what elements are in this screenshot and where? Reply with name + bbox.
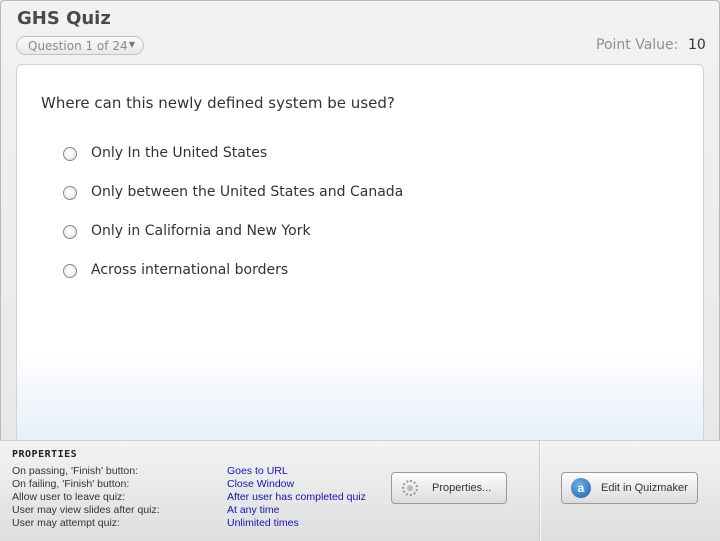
property-label: User may attempt quiz:: [12, 517, 120, 529]
properties-button-label: Properties...: [432, 482, 492, 494]
answer-option[interactable]: Only In the United States: [63, 145, 463, 165]
question-text: Where can this newly defined system be u…: [41, 94, 395, 112]
properties-title: PROPERTIES: [12, 449, 78, 460]
property-value: After user has completed quiz: [227, 491, 366, 503]
property-value: At any time: [227, 504, 280, 516]
panel-divider: [539, 441, 540, 541]
edit-button-label: Edit in Quizmaker: [601, 482, 688, 494]
property-value: Close Window: [227, 478, 295, 490]
property-label: Allow user to leave quiz:: [12, 491, 126, 503]
answer-option-label[interactable]: Only In the United States: [91, 145, 267, 161]
answer-option[interactable]: Only in California and New York: [63, 223, 463, 243]
edit-in-quizmaker-button[interactable]: a Edit in Quizmaker: [561, 472, 698, 504]
quiz-title: GHS Quiz: [17, 8, 111, 29]
point-value-label: Point Value:: [596, 37, 679, 53]
property-value: Unlimited times: [227, 517, 299, 529]
answer-option-label[interactable]: Only between the United States and Canad…: [91, 184, 403, 200]
answer-option-label[interactable]: Across international borders: [91, 262, 288, 278]
question-card: Where can this newly defined system be u…: [16, 64, 704, 450]
radio-button[interactable]: [63, 147, 77, 161]
radio-button[interactable]: [63, 186, 77, 200]
gear-icon: [402, 480, 418, 496]
radio-button[interactable]: [63, 264, 77, 278]
question-selector[interactable]: Question 1 of 24 ▼: [16, 36, 144, 55]
answer-option-label[interactable]: Only in California and New York: [91, 223, 311, 239]
chevron-down-icon: ▼: [128, 40, 135, 49]
answer-option[interactable]: Only between the United States and Canad…: [63, 184, 463, 204]
property-label: User may view slides after quiz:: [12, 504, 160, 516]
answer-option[interactable]: Across international borders: [63, 262, 463, 282]
property-label: On passing, 'Finish' button:: [12, 465, 138, 477]
property-value: Goes to URL: [227, 465, 288, 477]
properties-panel: PROPERTIES On passing, 'Finish' button: …: [0, 440, 720, 541]
properties-button[interactable]: Properties...: [391, 472, 507, 504]
question-selector-label: Question 1 of 24: [28, 39, 128, 53]
quizmaker-icon: a: [571, 478, 591, 498]
radio-button[interactable]: [63, 225, 77, 239]
property-label: On failing, 'Finish' button:: [12, 478, 130, 490]
point-value: 10: [688, 37, 706, 53]
